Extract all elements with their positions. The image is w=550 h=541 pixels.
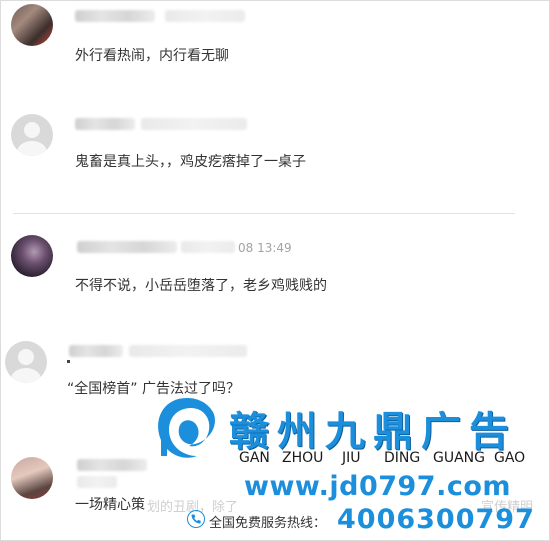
bullet-dot	[67, 360, 70, 363]
watermark-pinyin: ZHOU	[282, 450, 324, 466]
watermark-pinyin: DING	[384, 450, 421, 466]
comment-text: 一场精心策	[75, 497, 145, 513]
watermark-phone-number: 4006300797	[337, 504, 535, 535]
watermark-hotline-label: 全国免费服务热线：	[209, 516, 327, 531]
meta-blurred	[181, 241, 235, 253]
username-blurred	[77, 459, 147, 471]
default-avatar-icon[interactable]	[5, 341, 47, 383]
username-blurred	[75, 118, 135, 130]
comment-text: 鬼畜是真上头，，鸡皮疙瘩掉了一桌子	[75, 154, 306, 170]
user-avatar[interactable]	[11, 235, 53, 277]
watermark-brand-name: 赣州九鼎广告	[229, 409, 517, 455]
user-avatar[interactable]	[11, 457, 53, 499]
username-blurred	[77, 241, 177, 253]
comment-text: 不得不说，小岳岳堕落了，老乡鸡贱贱的	[75, 278, 327, 294]
meta-blurred	[165, 10, 245, 22]
watermark-url: www.jd0797.com	[244, 471, 512, 502]
meta-blurred	[129, 345, 247, 357]
meta-blurred	[141, 118, 247, 130]
watermark-pinyin: GAO	[494, 450, 526, 466]
watermark-pinyin: GUANG	[433, 450, 485, 466]
username-blurred	[75, 10, 155, 22]
comment-text: 外行看热闹，内行看无聊	[75, 48, 229, 64]
meta-blurred	[77, 476, 117, 488]
brand-logo-icon	[158, 398, 215, 458]
watermark-pinyin: GAN	[239, 450, 270, 466]
phone-icon	[187, 510, 205, 528]
watermark-pinyin: JIU	[342, 450, 361, 466]
username-blurred	[69, 345, 123, 357]
user-avatar[interactable]	[11, 4, 53, 46]
comment-list: 外行看热闹，内行看无聊 鬼畜是真上头，，鸡皮疙瘩掉了一桌子 08 13:49 不…	[0, 0, 550, 541]
section-divider	[13, 213, 515, 214]
default-avatar-icon[interactable]	[11, 114, 53, 156]
comment-timestamp: 08 13:49	[238, 241, 292, 255]
